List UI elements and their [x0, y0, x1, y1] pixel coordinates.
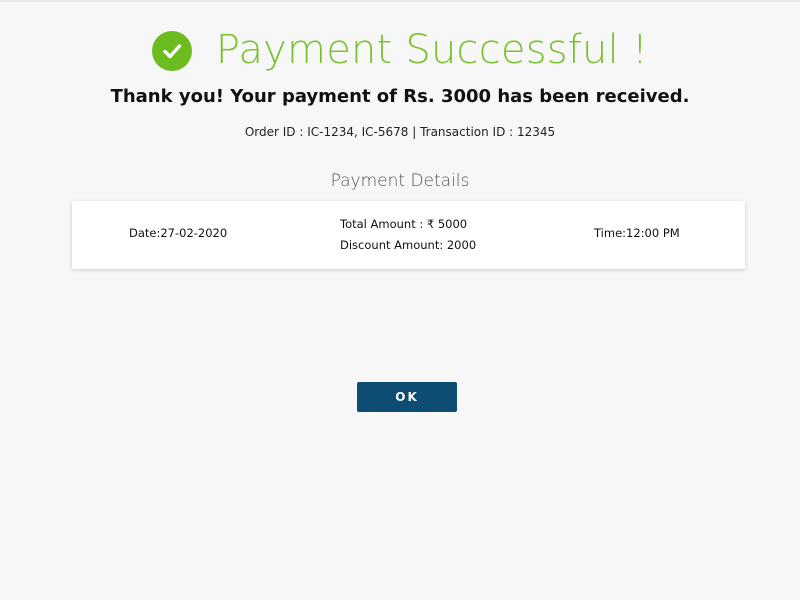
payment-details-heading: Payment Details: [330, 171, 470, 191]
page-title: Payment Successful !: [215, 27, 649, 73]
order-transaction-ids: Order ID : IC-1234, IC-5678 | Transactio…: [244, 125, 556, 139]
amounts-block: Total Amount : ₹ 5000 Discount Amount: 2…: [340, 214, 476, 256]
check-circle-icon: [151, 31, 192, 71]
ok-button[interactable]: OK: [357, 382, 457, 412]
thank-you-message: Thank you! Your payment of Rs. 3000 has …: [110, 86, 690, 107]
payment-date: Date:27-02-2020: [129, 226, 228, 240]
total-amount: Total Amount : ₹ 5000: [340, 217, 468, 231]
payment-details-card: Date:27-02-2020 Total Amount : ₹ 5000 Di…: [72, 201, 745, 269]
payment-time: Time:12:00 PM: [594, 226, 680, 240]
success-header: Payment Successful !: [0, 24, 800, 76]
discount-amount: Discount Amount: 2000: [340, 238, 477, 252]
top-divider: [0, 0, 800, 2]
